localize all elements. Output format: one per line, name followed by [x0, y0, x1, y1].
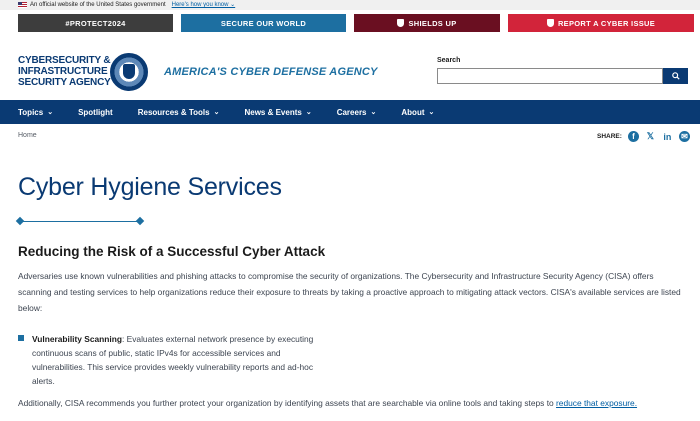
chevron-down-icon: ⌄: [370, 109, 377, 116]
cisa-logo-text[interactable]: CYBERSECURITY & INFRASTRUCTURE SECURITY …: [18, 55, 111, 88]
nav-careers[interactable]: Careers ⌄: [337, 108, 377, 117]
report-cyber-issue-label: REPORT A CYBER ISSUE: [557, 18, 656, 28]
shield-icon: [397, 19, 405, 27]
list-item: Vulnerability Scanning: Evaluates extern…: [18, 332, 328, 388]
shields-up-label: SHIELDS UP: [408, 18, 457, 28]
report-cyber-issue-button[interactable]: REPORT A CYBER ISSUE: [508, 14, 694, 32]
divider-diamond-icon: [135, 216, 145, 226]
site-header: CYBERSECURITY & INFRASTRUCTURE SECURITY …: [0, 40, 700, 100]
main-nav: Topics ⌄ Spotlight Resources & Tools ⌄ New…: [0, 100, 700, 124]
nav-about-label: About: [401, 107, 425, 117]
chevron-down-icon: ⌄: [305, 109, 312, 116]
title-divider: [15, 216, 145, 226]
linkedin-icon[interactable]: in: [662, 131, 673, 142]
us-flag-icon: [18, 2, 27, 8]
email-icon[interactable]: ✉: [678, 131, 690, 142]
nav-spotlight-label: Spotlight: [78, 107, 113, 117]
nav-news-events[interactable]: News & Events ⌄: [244, 108, 311, 117]
protect2024-label: #PROTECT2024: [65, 18, 126, 28]
bullet-square-icon: [18, 335, 24, 341]
cisa-seal-icon[interactable]: [110, 53, 148, 91]
breadcrumb-home-link[interactable]: Home: [18, 132, 37, 139]
chevron-down-icon: ⌄: [428, 109, 435, 116]
search-label: Search: [437, 57, 461, 64]
bullet-title: Vulnerability Scanning: [32, 334, 122, 344]
gov-banner: An official website of the United States…: [0, 0, 700, 10]
search-button[interactable]: [663, 68, 688, 84]
nav-topics[interactable]: Topics ⌄: [18, 108, 53, 117]
facebook-icon[interactable]: f: [627, 131, 639, 142]
logo-line-1: CYBERSECURITY &: [18, 55, 111, 66]
reduce-exposure-link[interactable]: reduce that exposure.: [556, 398, 637, 408]
logo-line-3: SECURITY AGENCY: [18, 77, 111, 88]
protect2024-button[interactable]: #PROTECT2024: [18, 14, 173, 32]
x-twitter-icon[interactable]: 𝕏: [645, 131, 656, 142]
page-title: Cyber Hygiene Services: [18, 173, 282, 201]
breadcrumb: Home: [18, 132, 37, 139]
share-bar: SHARE: f 𝕏 in ✉: [597, 131, 690, 142]
nav-spotlight[interactable]: Spotlight: [78, 108, 113, 117]
agency-tagline: AMERICA'S CYBER DEFENSE AGENCY: [164, 66, 378, 78]
share-label: SHARE:: [597, 133, 622, 140]
divider-diamond-icon: [15, 216, 25, 226]
logo-line-2: INFRASTRUCTURE: [18, 66, 108, 77]
how-you-know-link[interactable]: Here's how you know ⌄: [172, 0, 236, 10]
search-icon: [671, 72, 680, 80]
chevron-down-icon: ⌄: [213, 109, 220, 116]
gov-banner-text: An official website of the United States…: [30, 2, 166, 8]
bullet-text: Vulnerability Scanning: Evaluates extern…: [18, 332, 328, 388]
nav-resources-label: Resources & Tools: [137, 107, 210, 117]
nav-about[interactable]: About ⌄: [401, 108, 434, 117]
additional-paragraph: Additionally, CISA recommends you furthe…: [18, 395, 682, 411]
shield-icon: [546, 19, 554, 27]
nav-topics-label: Topics: [18, 107, 44, 117]
secure-our-world-button[interactable]: SECURE OUR WORLD: [181, 14, 346, 32]
nav-resources-tools[interactable]: Resources & Tools ⌄: [138, 108, 220, 117]
additional-text: Additionally, CISA recommends you furthe…: [18, 398, 557, 408]
nav-careers-label: Careers: [336, 107, 367, 117]
section-heading: Reducing the Risk of a Successful Cyber …: [18, 244, 326, 259]
shields-up-button[interactable]: SHIELDS UP: [354, 14, 500, 32]
top-buttons: #PROTECT2024 SECURE OUR WORLD SHIELDS UP…: [18, 14, 694, 32]
chevron-down-icon: ⌄: [47, 109, 54, 116]
secure-our-world-label: SECURE OUR WORLD: [220, 18, 307, 28]
intro-paragraph: Adversaries use known vulnerabilities an…: [18, 271, 681, 313]
nav-news-label: News & Events: [244, 107, 302, 117]
search-input[interactable]: [437, 68, 663, 84]
